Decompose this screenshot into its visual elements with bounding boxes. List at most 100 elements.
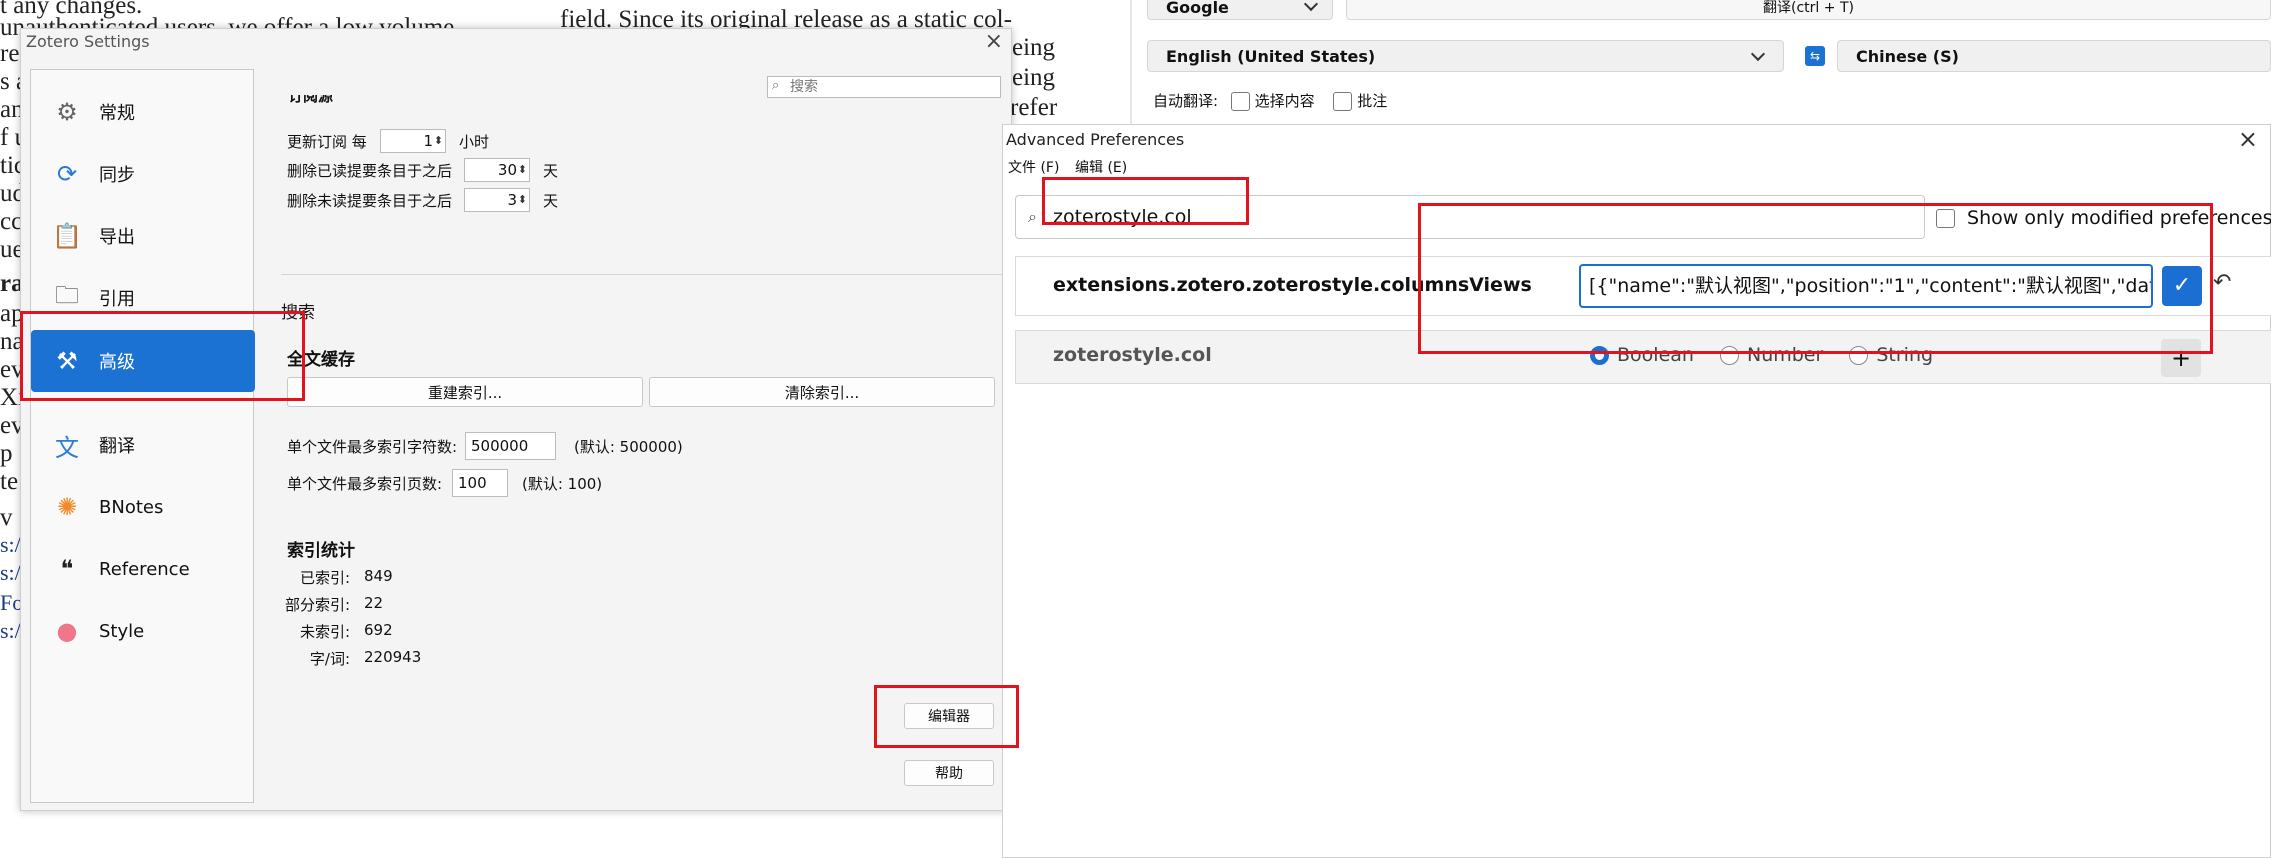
paper-text-fragment: cc (0, 208, 23, 235)
clear-index-button[interactable]: 清除索引... (649, 377, 995, 407)
show-modified-checkbox[interactable] (1936, 209, 1955, 228)
paper-text-fragment: s:/ (0, 532, 21, 557)
paper-text-fragment: te (0, 468, 19, 495)
string-radio[interactable] (1849, 346, 1869, 365)
stat-value: 22 (364, 594, 384, 612)
show-modified-label: Show only modified preferences (1967, 207, 2271, 229)
max-chars-label: 单个文件最多索引字符数: (287, 438, 458, 456)
gear-icon: ⚙ (56, 98, 78, 126)
paper-text-fragment: v (0, 504, 13, 531)
sidebar-item-2[interactable]: 📋 导出 (31, 206, 253, 266)
source-language-select[interactable]: English (United States) (1147, 40, 1784, 72)
adv-window-title: Advanced Preferences (1006, 130, 1185, 149)
new-pref-name: zoterostyle.col (1053, 344, 1212, 366)
show-modified-row: Show only modified preferences (1936, 207, 2271, 229)
sidebar-item-1[interactable]: ⟳ 同步 (31, 144, 253, 204)
zotero-settings-window: Zotero Settings × ⌕ 搜索 ⚙ 常规 ⟳ 同步 📋 导出 🗀 引用 ⚒ 高级文翻… (20, 28, 1013, 811)
pref-name: extensions.zotero.zoterostyle.columnsVie… (1053, 274, 1532, 296)
index-stats-heading: 索引统计 (287, 541, 355, 561)
sync-icon: ⟳ (56, 160, 78, 188)
chevron-down-icon (1303, 0, 1319, 12)
sidebar-item-label: 常规 (99, 103, 135, 124)
sidebar-item-5[interactable]: 文翻译 (31, 415, 253, 475)
engine-label: Google (1166, 0, 1229, 17)
add-pref-button[interactable]: + (2161, 339, 2201, 377)
save-check-button[interactable]: ✓ (2162, 266, 2202, 306)
pref-search-value: zoterostyle.col (1053, 206, 1192, 228)
auto-translate-label: 自动翻译: (1153, 92, 1219, 110)
close-icon[interactable]: × (985, 29, 1003, 54)
max-pages-default: (默认: 100) (522, 475, 603, 493)
source-language-label: English (United States) (1166, 46, 1376, 66)
paper-text-fragment: eing (1012, 34, 1056, 61)
sidebar-item-label: 导出 (99, 227, 135, 248)
annotation-label: 批注 (1357, 92, 1388, 110)
max-chars-input[interactable]: 500000 (465, 432, 556, 460)
pref-type-group: Boolean Number String (1590, 344, 1933, 366)
menu-file[interactable]: 文件 (F) (1008, 157, 1059, 177)
auto-translate-row: 自动翻译: 选择内容 批注 (1153, 90, 1387, 111)
sidebar-item-6[interactable]: ✺ BNotes (31, 477, 253, 537)
search-placeholder: 搜索 (790, 79, 818, 95)
new-pref-row: zoterostyle.col Boolean Number String + (1015, 330, 2271, 384)
close-icon[interactable]: × (2238, 125, 2258, 153)
section-divider (281, 274, 1013, 275)
menu-edit[interactable]: 编辑 (E) (1075, 157, 1127, 177)
paper-text-fragment: eing (1012, 64, 1056, 91)
paper-text-fragment: s:/ (0, 618, 21, 643)
editor-button[interactable]: 编辑器 (904, 703, 994, 729)
search-section-title: 搜索 (281, 303, 315, 323)
sidebar-item-0[interactable]: ⚙ 常规 (31, 82, 253, 142)
translate-icon: 文 (55, 433, 79, 462)
bnotes-icon: ✺ (56, 493, 78, 521)
paper-text-fragment: s:/ (0, 560, 21, 585)
paper-text-fragment: p (0, 440, 13, 467)
boolean-label: Boolean (1617, 344, 1694, 366)
target-language-select[interactable]: Chinese (S) (1837, 40, 2271, 72)
settings-sidebar: ⚙ 常规 ⟳ 同步 📋 导出 🗀 引用 ⚒ 高级文翻译 ✺ BNotes ❝ Reference ● Styl… (30, 69, 255, 803)
stat-value: 849 (364, 567, 393, 585)
paper-text-fragment: refer (1010, 94, 1058, 121)
window-title: Zotero Settings (26, 32, 150, 51)
feeds-heading: 订阅源 (288, 95, 334, 105)
rebuild-index-button[interactable]: 重建索引... (287, 377, 643, 407)
search-icon: ⌕ (1028, 207, 1037, 226)
tools-icon: ⚒ (56, 347, 78, 375)
string-label: String (1876, 344, 1934, 366)
delete-unread-unit: 天 (543, 192, 559, 210)
pref-search-input[interactable]: ⌕ zoterostyle.col (1015, 195, 1925, 239)
sidebar-item-label: 高级 (99, 352, 135, 373)
delete-unread-label: 删除未读提要条目于之后 (287, 192, 453, 210)
pref-value-input[interactable]: [{"name":"默认视图","position":"1","content"… (1579, 264, 2153, 308)
delete-read-unit: 天 (543, 162, 559, 180)
stat-label: 未索引: (299, 623, 350, 641)
search-icon: ⌕ (772, 78, 780, 93)
annotation-checkbox[interactable] (1333, 92, 1353, 111)
sidebar-item-label: BNotes (99, 496, 164, 518)
update-feeds-label: 更新订阅 每 (287, 133, 367, 151)
sidebar-item-4[interactable]: ⚒ 高级 (31, 330, 255, 392)
max-pages-input[interactable]: 100 (452, 469, 508, 497)
number-radio[interactable] (1719, 346, 1739, 365)
stat-label: 已索引: (299, 569, 350, 587)
stat-label: 部分索引: (284, 596, 350, 614)
delete-unread-spinner[interactable]: 3 (464, 188, 530, 212)
selection-checkbox[interactable] (1230, 92, 1250, 111)
translate-button[interactable]: 翻译(ctrl + T) (1346, 0, 2271, 20)
update-interval-spinner[interactable]: 1 (380, 129, 446, 153)
settings-search-input[interactable]: ⌕ 搜索 (767, 76, 1001, 98)
swap-icon[interactable]: ⇆ (1805, 46, 1825, 66)
delete-read-spinner[interactable]: 30 (464, 158, 530, 182)
sidebar-item-3[interactable]: 🗀 引用 (31, 268, 253, 328)
delete-read-label: 删除已读提要条目于之后 (287, 162, 453, 180)
engine-select[interactable]: Google (1147, 0, 1333, 20)
translate-button-label: 翻译(ctrl + T) (1763, 0, 1854, 16)
advanced-preferences-window: Advanced Preferences × 文件 (F) 编辑 (E) ⌕ z… (1002, 124, 2271, 858)
boolean-radio[interactable] (1590, 346, 1609, 365)
stat-value: 220943 (364, 648, 422, 666)
sidebar-item-label: 同步 (99, 165, 135, 186)
help-button[interactable]: 帮助 (904, 760, 994, 786)
reset-icon[interactable]: ↶ (2213, 270, 2231, 295)
sidebar-item-label: 翻译 (99, 436, 135, 457)
fulltext-heading: 全文缓存 (287, 350, 355, 370)
